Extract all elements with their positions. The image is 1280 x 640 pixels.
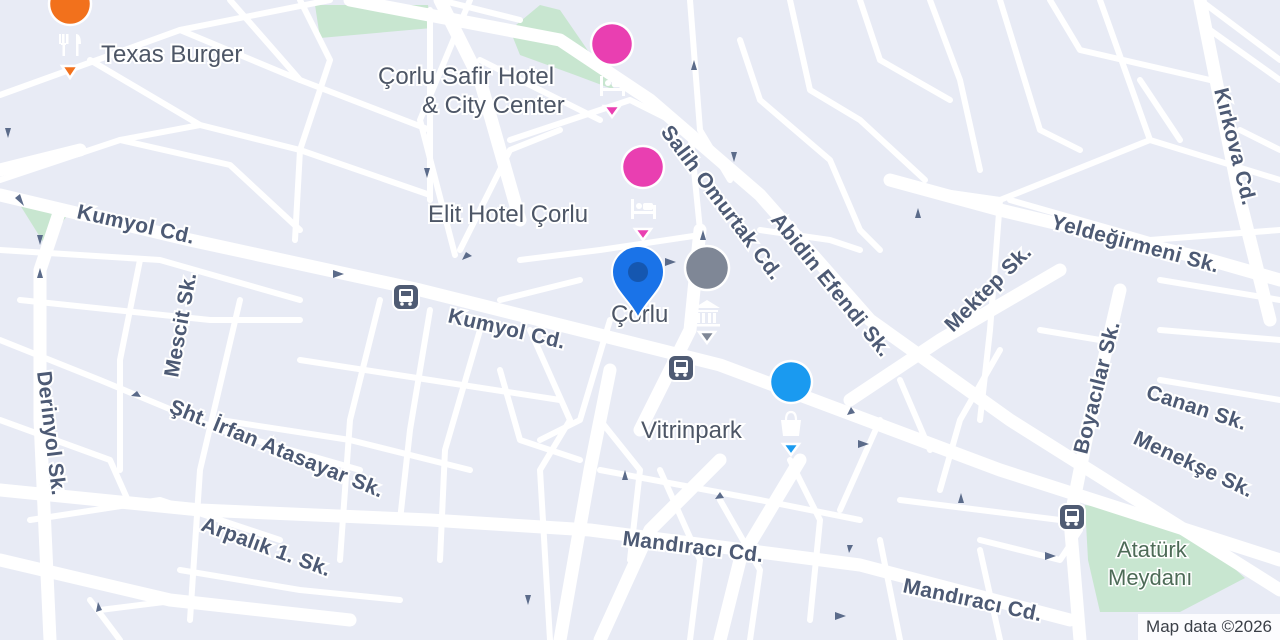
bus-stop-icon[interactable]	[667, 354, 695, 382]
poi-label-vitrinpark: Vitrinpark	[641, 417, 743, 444]
poi-elit-hotel[interactable]: Elit Hotel Çorlu	[426, 144, 666, 243]
poi-label-elit-hotel: Elit Hotel Çorlu	[428, 201, 588, 228]
poi-label-texas-burger: Texas Burger	[101, 41, 242, 68]
map-attribution: Map data ©2026	[1138, 614, 1280, 640]
poi-label-ataturk-line2: Meydanı	[1108, 565, 1192, 590]
poi-label-ataturk-line1: Atatürk	[1117, 537, 1188, 562]
poi-label-safir-hotel-line1: Çorlu Safir Hotel	[378, 63, 554, 90]
poi-label-safir-hotel-line2: & City Center	[422, 92, 565, 119]
poi-vitrinpark[interactable]: Vitrinpark	[639, 359, 814, 458]
bus-stop-icon[interactable]	[392, 283, 420, 311]
hotel-icon	[620, 144, 666, 243]
restaurant-icon	[47, 0, 93, 81]
government-building-icon	[683, 244, 731, 346]
poi-layer: Texas Burger Çorlu Safir Hotel & City Ce…	[47, 0, 1194, 592]
bus-stop-icon[interactable]	[1058, 503, 1086, 531]
poi-ataturk-meydani[interactable]: Atatürk Meydanı	[1107, 536, 1194, 592]
poi-safir-hotel[interactable]: Çorlu Safir Hotel & City Center	[376, 21, 635, 121]
hotel-icon	[589, 21, 635, 120]
shopping-bag-icon	[768, 359, 814, 458]
poi-texas-burger[interactable]: Texas Burger	[47, 0, 244, 81]
map-canvas[interactable]: Kumyol Cd. Kumyol Cd. Salih Omurtak Cd. …	[0, 0, 1280, 640]
